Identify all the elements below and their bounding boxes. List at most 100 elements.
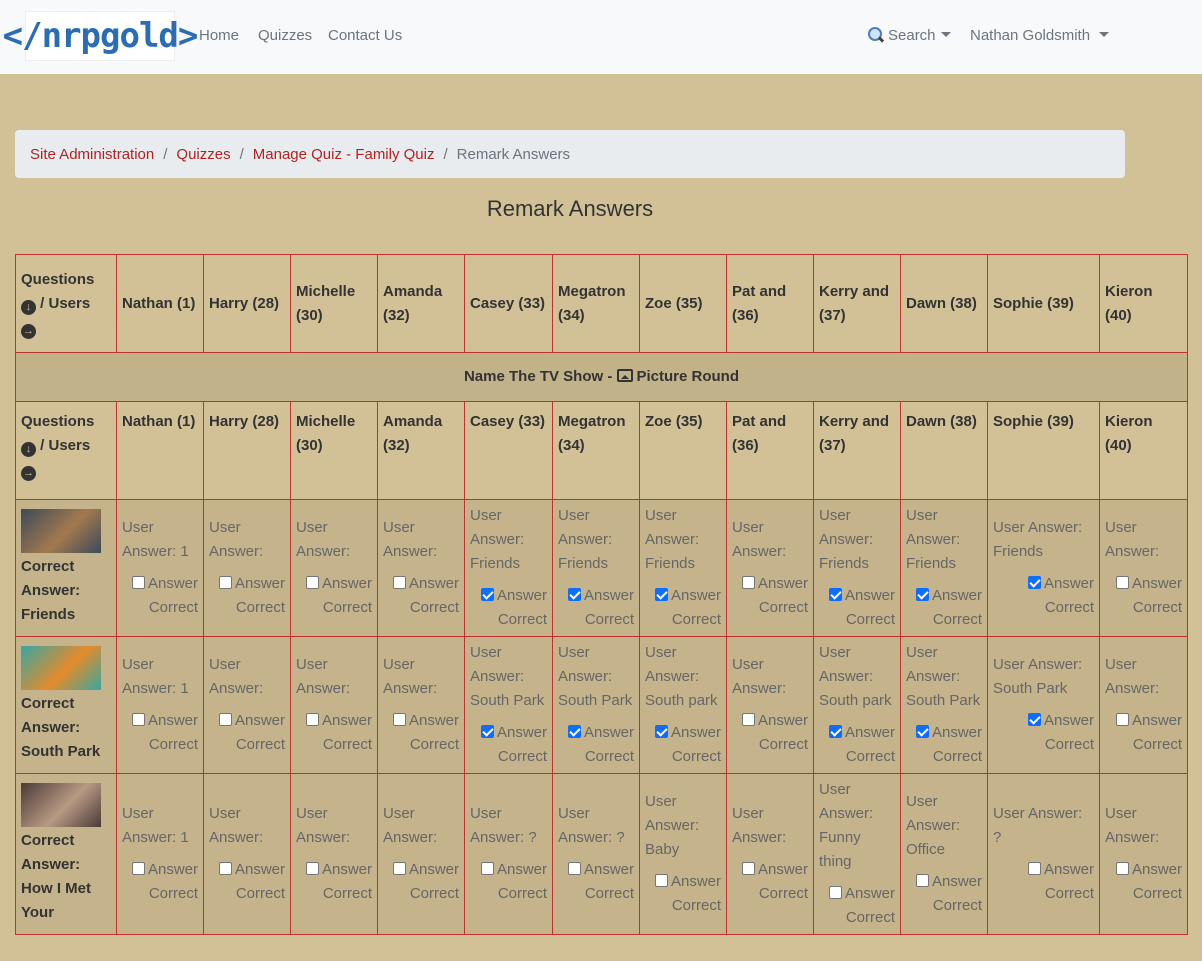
breadcrumb-current: Remark Answers	[456, 145, 571, 163]
checkbox[interactable]	[131, 713, 145, 726]
user-column-header: Nathan (1)	[116, 401, 204, 500]
checkbox[interactable]	[1027, 713, 1041, 726]
answer-correct-checkbox[interactable]: Answer Correct	[645, 584, 721, 632]
checkbox[interactable]	[480, 862, 494, 875]
answer-correct-checkbox[interactable]: Answer Correct	[470, 721, 547, 769]
checkbox[interactable]	[131, 862, 145, 875]
answer-correct-checkbox[interactable]: Answer Correct	[122, 709, 198, 757]
answer-correct-checkbox[interactable]: Answer Correct	[993, 858, 1094, 906]
checkbox[interactable]	[654, 874, 668, 887]
answer-correct-checkbox[interactable]: Answer Correct	[645, 721, 721, 769]
answer-correct-checkbox[interactable]: Answer Correct	[383, 572, 459, 620]
checkbox[interactable]	[480, 588, 494, 601]
checkbox[interactable]	[1027, 862, 1041, 875]
answer-correct-checkbox[interactable]: Answer Correct	[296, 709, 372, 757]
answer-correct-checkbox[interactable]: Answer Correct	[470, 584, 547, 632]
breadcrumb-separator: /	[443, 145, 448, 163]
checkbox-label: Answer	[496, 861, 547, 878]
answer-correct-checkbox[interactable]: Answer Correct	[819, 721, 895, 769]
checkbox[interactable]	[218, 862, 232, 875]
answer-correct-checkbox[interactable]: Answer Correct	[296, 572, 372, 620]
answer-correct-checkbox[interactable]: Answer Correct	[1105, 858, 1182, 906]
checkbox[interactable]	[915, 725, 929, 738]
checkbox[interactable]	[741, 713, 755, 726]
search-dropdown[interactable]: Search	[868, 27, 951, 44]
answer-correct-checkbox[interactable]: Answer Correct	[906, 870, 982, 918]
answer-correct-checkbox[interactable]: Answer Correct	[122, 572, 198, 620]
answer-correct-checkbox[interactable]: Answer Correct	[558, 721, 634, 769]
checkbox[interactable]	[305, 862, 319, 875]
checkbox[interactable]	[654, 725, 668, 738]
answer-correct-checkbox[interactable]: Answer Correct	[819, 882, 895, 930]
breadcrumb-quizzes[interactable]: Quizzes	[176, 146, 230, 163]
question-cell: Correct Answer: Friends	[15, 499, 117, 637]
answer-correct-checkbox[interactable]: Answer Correct	[209, 572, 285, 620]
checkbox[interactable]	[741, 862, 755, 875]
checkbox[interactable]	[828, 588, 842, 601]
answer-correct-checkbox[interactable]: Answer Correct	[993, 572, 1094, 620]
answer-correct-checkbox[interactable]: Answer Correct	[1105, 572, 1182, 620]
nav-contact-us[interactable]: Contact Us	[328, 27, 402, 44]
checkbox[interactable]	[915, 588, 929, 601]
checkbox-label: Answer	[583, 724, 634, 741]
answer-correct-checkbox[interactable]: Answer Correct	[209, 858, 285, 906]
user-answer-text: User Answer: Friends	[470, 507, 525, 572]
checkbox[interactable]	[828, 886, 842, 899]
answer-correct-checkbox[interactable]: Answer Correct	[122, 858, 198, 906]
checkbox[interactable]	[1027, 576, 1041, 589]
checkbox[interactable]	[392, 713, 406, 726]
answer-correct-checkbox[interactable]: Answer Correct	[732, 709, 808, 757]
checkbox[interactable]	[1115, 862, 1129, 875]
checkbox-label-2: Correct	[148, 599, 198, 616]
nav-home[interactable]: Home	[199, 27, 239, 44]
user-dropdown[interactable]: Nathan Goldsmith	[970, 27, 1110, 44]
answer-correct-checkbox[interactable]: Answer Correct	[906, 584, 982, 632]
answer-correct-checkbox[interactable]: Answer Correct	[470, 858, 547, 906]
checkbox[interactable]	[218, 713, 232, 726]
checkbox-label-2: Correct	[1044, 736, 1094, 753]
checkbox-label: Answer	[496, 587, 547, 604]
checkbox[interactable]	[915, 874, 929, 887]
checkbox[interactable]	[567, 862, 581, 875]
checkbox[interactable]	[567, 588, 581, 601]
answer-correct-checkbox[interactable]: Answer Correct	[209, 709, 285, 757]
checkbox[interactable]	[305, 576, 319, 589]
user-answer-text: User Answer: Baby	[645, 793, 700, 858]
checkbox-label: Answer	[757, 712, 808, 729]
checkbox[interactable]	[218, 576, 232, 589]
answer-correct-checkbox[interactable]: Answer Correct	[993, 709, 1094, 757]
user-column-header: Michelle (30)	[290, 254, 378, 353]
questions-label: Questions	[21, 413, 95, 430]
checkbox[interactable]	[305, 713, 319, 726]
checkbox[interactable]	[392, 862, 406, 875]
checkbox[interactable]	[392, 576, 406, 589]
answer-correct-checkbox[interactable]: Answer Correct	[383, 709, 459, 757]
checkbox[interactable]	[480, 725, 494, 738]
answer-correct-checkbox[interactable]: Answer Correct	[732, 858, 808, 906]
breadcrumb-site-administration[interactable]: Site Administration	[30, 146, 154, 163]
checkbox-label: Answer	[234, 861, 285, 878]
answer-correct-checkbox[interactable]: Answer Correct	[906, 721, 982, 769]
brand-logo[interactable]: </nrpgold>	[3, 11, 198, 61]
answer-correct-checkbox[interactable]: Answer Correct	[645, 870, 721, 918]
checkbox[interactable]	[741, 576, 755, 589]
answer-correct-checkbox[interactable]: Answer Correct	[383, 858, 459, 906]
nav-quizzes[interactable]: Quizzes	[258, 27, 312, 44]
user-answer-text: User Answer:	[1105, 656, 1160, 697]
answer-correct-checkbox[interactable]: Answer Correct	[558, 584, 634, 632]
answer-correct-checkbox[interactable]: Answer Correct	[558, 858, 634, 906]
checkbox[interactable]	[131, 576, 145, 589]
checkbox[interactable]	[1115, 713, 1129, 726]
breadcrumb-manage-quiz[interactable]: Manage Quiz - Family Quiz	[253, 146, 435, 163]
answer-correct-checkbox[interactable]: Answer Correct	[1105, 709, 1182, 757]
checkbox[interactable]	[567, 725, 581, 738]
user-answer-cell: User Answer: Answer Correct	[290, 636, 378, 774]
checkbox[interactable]	[828, 725, 842, 738]
checkbox-label: Answer	[844, 587, 895, 604]
checkbox[interactable]	[1115, 576, 1129, 589]
answer-correct-checkbox[interactable]: Answer Correct	[819, 584, 895, 632]
answer-correct-checkbox[interactable]: Answer Correct	[732, 572, 808, 620]
user-answer-cell: User Answer: ? Answer Correct	[987, 773, 1100, 935]
checkbox[interactable]	[654, 588, 668, 601]
answer-correct-checkbox[interactable]: Answer Correct	[296, 858, 372, 906]
